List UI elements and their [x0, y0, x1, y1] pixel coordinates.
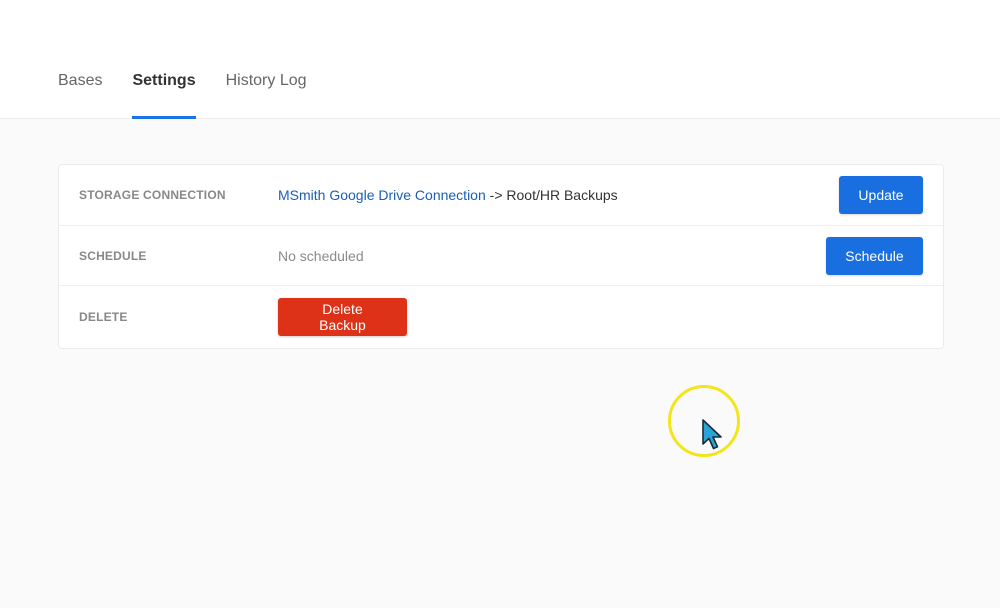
storage-connection-value: MSmith Google Drive Connection -> Root/H… — [278, 165, 618, 226]
schedule-value: No scheduled — [278, 248, 364, 264]
mouse-pointer-icon — [702, 419, 722, 450]
storage-connection-path: -> Root/HR Backups — [485, 187, 618, 203]
delete-backup-button[interactable]: Delete Backup — [278, 298, 407, 336]
settings-card: STORAGE CONNECTION MSmith Google Drive C… — [58, 164, 944, 349]
delete-row: DELETE Delete Backup — [59, 286, 943, 348]
storage-connection-link[interactable]: MSmith Google Drive Connection — [278, 187, 486, 203]
delete-label: DELETE — [79, 310, 128, 324]
tab-bar: Bases Settings History Log — [58, 0, 337, 119]
schedule-row: SCHEDULE No scheduled Schedule — [59, 226, 943, 286]
storage-connection-row: STORAGE CONNECTION MSmith Google Drive C… — [59, 165, 943, 226]
tab-bases[interactable]: Bases — [58, 0, 102, 119]
update-button[interactable]: Update — [839, 176, 923, 214]
tab-history-log[interactable]: History Log — [226, 0, 307, 119]
tab-settings[interactable]: Settings — [132, 0, 196, 119]
schedule-button[interactable]: Schedule — [826, 237, 923, 275]
storage-connection-label: STORAGE CONNECTION — [79, 188, 226, 202]
schedule-label: SCHEDULE — [79, 249, 147, 263]
top-header: Bases Settings History Log — [0, 0, 1000, 119]
